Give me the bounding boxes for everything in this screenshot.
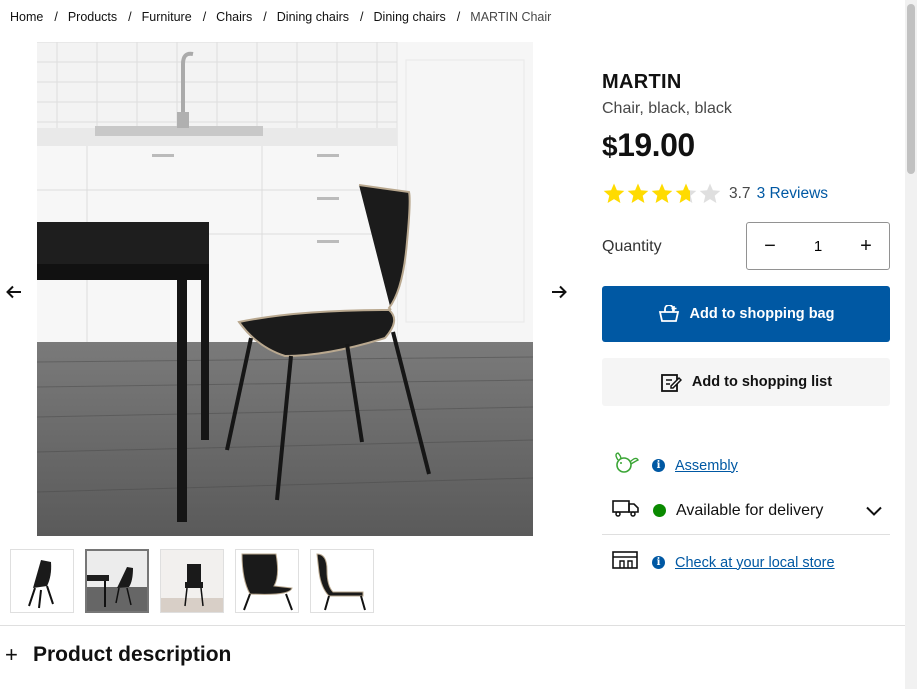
add-to-list-button[interactable]: Add to shopping list — [602, 358, 890, 406]
price-currency: $ — [602, 131, 618, 162]
panel-divider — [602, 534, 890, 535]
breadcrumb-dining-chairs-2[interactable]: Dining chairs — [374, 10, 446, 24]
quantity-stepper: − + — [746, 222, 890, 270]
quantity-label: Quantity — [602, 238, 662, 255]
breadcrumb-home[interactable]: Home — [10, 10, 43, 24]
assembly-link[interactable]: Assembly — [675, 458, 738, 474]
scrollbar-thumb[interactable] — [907, 4, 915, 174]
price-value: 19.00 — [617, 127, 695, 163]
quantity-input[interactable] — [795, 237, 841, 255]
reviews-link[interactable]: 3 Reviews — [757, 185, 829, 203]
product-name: MARTIN — [602, 71, 682, 93]
breadcrumb-separator: / — [360, 10, 364, 24]
product-description-toggle[interactable]: + Product description — [5, 643, 231, 667]
breadcrumb-separator: / — [128, 10, 132, 24]
breadcrumb-dining-chairs[interactable]: Dining chairs — [277, 10, 349, 24]
info-icon[interactable]: i — [652, 556, 665, 569]
thumbnail-3[interactable] — [160, 549, 224, 613]
add-to-bag-label: Add to shopping bag — [689, 306, 835, 322]
breadcrumb-products[interactable]: Products — [68, 10, 117, 24]
thumbnail-4[interactable] — [235, 549, 299, 613]
thumbnail-1[interactable] — [10, 549, 74, 613]
chevron-down-icon[interactable] — [866, 506, 882, 516]
store-icon — [612, 550, 638, 575]
quantity-decrease-button[interactable]: − — [747, 223, 793, 269]
info-icon[interactable]: i — [652, 459, 665, 472]
assembly-row: i Assembly — [612, 452, 738, 479]
breadcrumb: Home / Products / Furniture / Chairs / Dining ch… — [10, 10, 551, 24]
thumbnail-strip — [10, 549, 374, 613]
add-to-list-label: Add to shopping list — [691, 374, 833, 390]
product-subtitle: Chair, black, black — [602, 100, 732, 117]
delivery-status-text: Available for delivery — [676, 501, 824, 519]
section-divider — [0, 625, 905, 626]
breadcrumb-chairs[interactable]: Chairs — [216, 10, 252, 24]
delivery-status-dot — [653, 504, 666, 517]
gallery-prev-button[interactable] — [0, 278, 28, 306]
breadcrumb-separator: / — [54, 10, 58, 24]
arrow-left-icon — [6, 285, 21, 299]
shopping-bag-icon — [658, 305, 680, 323]
product-main-image[interactable] — [37, 42, 533, 536]
plus-icon: + — [5, 642, 18, 667]
rating-value: 3.7 — [729, 184, 751, 202]
star-icon — [627, 183, 649, 203]
star-icon — [675, 183, 697, 203]
breadcrumb-furniture[interactable]: Furniture — [142, 10, 192, 24]
product-description-title: Product description — [33, 643, 232, 666]
gallery-next-button[interactable] — [545, 278, 573, 306]
breadcrumb-separator: / — [202, 10, 207, 24]
star-icon — [651, 183, 673, 203]
arrow-right-icon — [552, 285, 567, 299]
star-icon — [699, 183, 721, 203]
edit-list-icon — [660, 371, 682, 393]
breadcrumb-separator: / — [263, 10, 267, 24]
assembly-rabbit-icon — [612, 452, 640, 479]
star-icon — [603, 183, 625, 203]
rating-stars — [602, 182, 722, 205]
thumbnail-5[interactable] — [310, 549, 374, 613]
check-store-link[interactable]: Check at your local store — [675, 555, 835, 571]
quantity-increase-button[interactable]: + — [843, 223, 889, 269]
breadcrumb-separator: / — [456, 10, 461, 24]
product-price: $19.00 — [602, 127, 695, 164]
truck-icon — [612, 498, 640, 523]
delivery-row[interactable]: Available for delivery — [612, 498, 890, 523]
add-to-bag-button[interactable]: Add to shopping bag — [602, 286, 890, 342]
store-row: i Check at your local store — [612, 550, 835, 575]
thumbnail-2[interactable] — [85, 549, 149, 613]
rating: 3.7 3 Reviews — [602, 182, 828, 205]
page-scrollbar[interactable] — [905, 0, 917, 689]
breadcrumb-current: MARTIN Chair — [470, 10, 552, 24]
